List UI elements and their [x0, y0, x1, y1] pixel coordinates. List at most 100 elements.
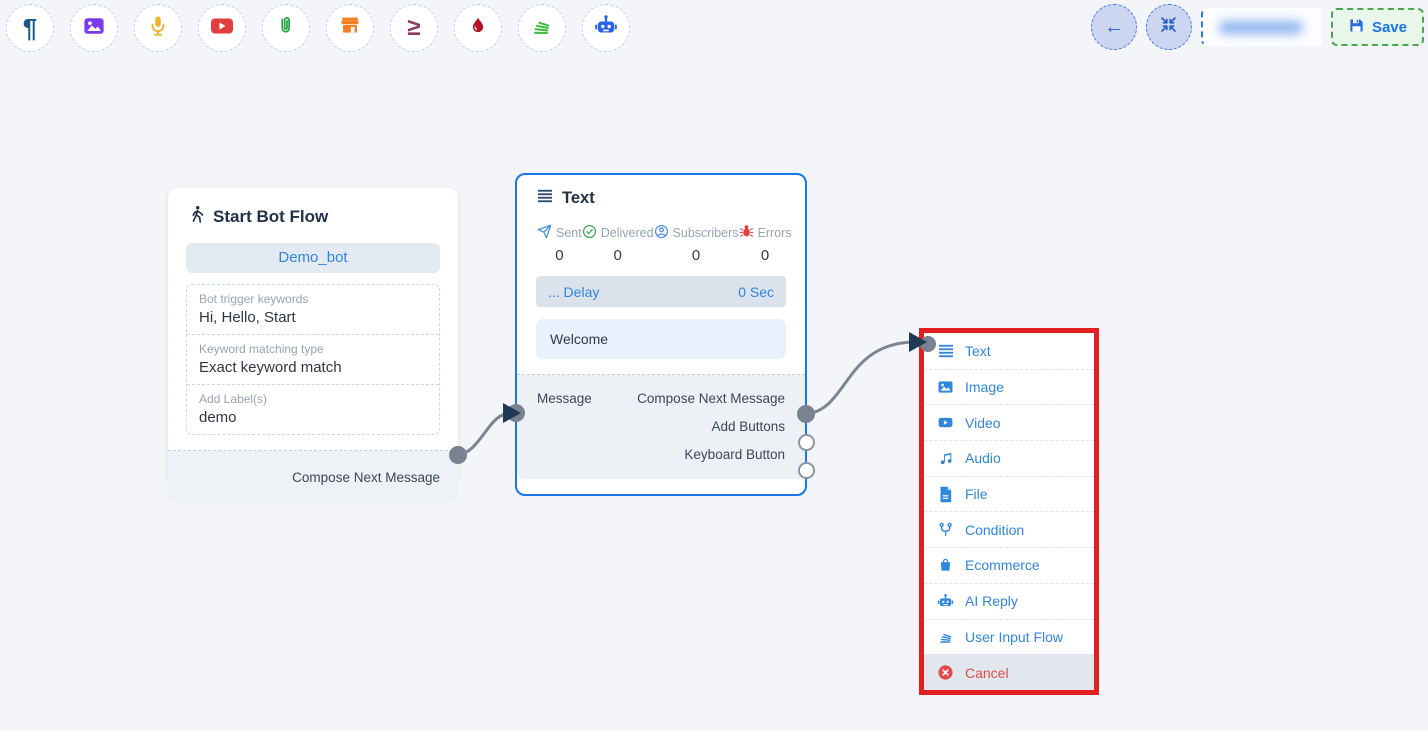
- subscriber-icon: [654, 224, 669, 242]
- text-lines-icon: [937, 344, 954, 358]
- field-keyword-matching-type[interactable]: Keyword matching type Exact keyword matc…: [187, 334, 439, 384]
- toolbar-file-button[interactable]: [262, 4, 310, 52]
- compose-next-message-label: Compose Next Message: [292, 470, 440, 485]
- toolbar: ¶ ≥: [6, 4, 630, 52]
- toolbar-image-button[interactable]: [70, 4, 118, 52]
- stats-row: Sent 0 Delivered 0 Subscribers 0: [517, 214, 805, 264]
- text-node-footer: Message Compose Next Message Add Buttons…: [517, 375, 805, 479]
- arrow-left-icon: ←: [1104, 16, 1124, 39]
- menu-item-audio[interactable]: Audio: [924, 440, 1094, 476]
- video-icon: [937, 415, 954, 430]
- message-input-label: Message: [537, 391, 592, 406]
- keyboard-button-label: Keyboard Button: [684, 447, 785, 462]
- message-content[interactable]: Welcome: [536, 319, 786, 359]
- save-icon: [1348, 17, 1365, 38]
- image-icon: [83, 15, 105, 42]
- text-node-title: Text: [562, 189, 595, 208]
- menu-connection-port: [920, 336, 936, 352]
- send-icon: [537, 224, 552, 242]
- audio-icon: [937, 450, 954, 466]
- stat-subscribers: Subscribers 0: [654, 224, 739, 264]
- message-text: Welcome: [550, 331, 608, 347]
- keyboard-button-port[interactable]: [798, 462, 815, 479]
- delay-value: 0 Sec: [738, 284, 774, 300]
- toolbar-video-button[interactable]: [198, 4, 246, 52]
- ai-reply-icon: [937, 593, 954, 610]
- start-node-fields: Bot trigger keywords Hi, Hello, Start Ke…: [186, 284, 440, 435]
- compress-icon: [1159, 15, 1178, 40]
- video-icon: [210, 14, 234, 43]
- redacted-text: [1219, 21, 1303, 34]
- start-node-header: Start Bot Flow: [168, 188, 458, 238]
- header-actions: ← Save: [1091, 4, 1424, 50]
- field-value: demo: [199, 409, 427, 426]
- text-node-header: Text: [517, 175, 805, 214]
- bug-icon: [739, 224, 754, 242]
- stat-value: 0: [582, 247, 654, 264]
- start-bot-flow-node[interactable]: Start Bot Flow Demo_bot Bot trigger keyw…: [168, 188, 458, 483]
- toolbar-drip-button[interactable]: [454, 4, 502, 52]
- fit-view-button[interactable]: [1146, 4, 1192, 50]
- bot-name-button[interactable]: Demo_bot: [186, 243, 440, 273]
- compose-next-message-label: Compose Next Message: [637, 391, 785, 406]
- toolbar-ecommerce-button[interactable]: [326, 4, 374, 52]
- stat-delivered: Delivered 0: [582, 224, 654, 264]
- menu-item-file[interactable]: File: [924, 476, 1094, 512]
- file-icon: [937, 486, 954, 503]
- start-node-footer: Compose Next Message: [168, 451, 458, 503]
- stat-value: 0: [537, 247, 582, 264]
- field-label: Bot trigger keywords: [199, 292, 427, 306]
- add-buttons-port[interactable]: [798, 434, 815, 451]
- field-label: Add Label(s): [199, 392, 427, 406]
- stat-sent: Sent 0: [537, 224, 582, 264]
- field-value: Exact keyword match: [199, 359, 427, 376]
- add-node-context-menu: Text Image Video Audio File Condition: [919, 328, 1099, 695]
- ai-bot-icon: [594, 14, 618, 43]
- toolbar-ai-button[interactable]: [582, 4, 630, 52]
- message-input-port[interactable]: [507, 404, 525, 422]
- condition-icon: [937, 522, 954, 538]
- field-value: Hi, Hello, Start: [199, 309, 427, 326]
- toolbar-user-input-button[interactable]: [518, 4, 566, 52]
- menu-item-text[interactable]: Text: [924, 333, 1094, 369]
- attachment-icon: [275, 15, 297, 42]
- back-button[interactable]: ←: [1091, 4, 1137, 50]
- walking-person-icon: [188, 205, 205, 229]
- field-label: Keyword matching type: [199, 342, 427, 356]
- user-input-icon: [531, 15, 553, 42]
- compose-next-message-port[interactable]: [797, 405, 815, 423]
- toolbar-condition-button[interactable]: ≥: [390, 4, 438, 52]
- toolbar-audio-button[interactable]: [134, 4, 182, 52]
- menu-item-video[interactable]: Video: [924, 404, 1094, 440]
- menu-item-ecommerce[interactable]: Ecommerce: [924, 547, 1094, 583]
- user-input-flow-icon: [937, 629, 954, 645]
- stat-value: 0: [654, 247, 739, 264]
- start-output-port[interactable]: [449, 446, 467, 464]
- stat-errors: Errors 0: [739, 224, 792, 264]
- field-bot-trigger-keywords[interactable]: Bot trigger keywords Hi, Hello, Start: [187, 285, 439, 334]
- text-message-node[interactable]: Text Sent 0 Delivered 0: [515, 173, 807, 496]
- menu-item-user-input-flow[interactable]: User Input Flow: [924, 619, 1094, 655]
- menu-item-cancel[interactable]: Cancel: [924, 654, 1094, 690]
- add-buttons-label: Add Buttons: [711, 419, 785, 434]
- stat-value: 0: [739, 247, 792, 264]
- toolbar-text-button[interactable]: ¶: [6, 4, 54, 52]
- start-node-title: Start Bot Flow: [213, 207, 328, 227]
- cancel-icon: [937, 664, 954, 681]
- drip-icon: [468, 16, 488, 41]
- flow-name-button[interactable]: [1201, 8, 1322, 46]
- save-button[interactable]: Save: [1331, 8, 1424, 46]
- menu-item-ai-reply[interactable]: AI Reply: [924, 583, 1094, 619]
- save-label: Save: [1372, 19, 1407, 36]
- microphone-icon: [147, 15, 169, 42]
- image-icon: [937, 379, 954, 395]
- drag-handle-icon[interactable]: [537, 189, 553, 208]
- delay-setting[interactable]: ... Delay 0 Sec: [536, 276, 786, 307]
- wire-text-to-menu: [806, 342, 912, 414]
- menu-item-condition[interactable]: Condition: [924, 511, 1094, 547]
- store-icon: [339, 15, 361, 42]
- delay-label: ... Delay: [548, 284, 599, 300]
- menu-item-image[interactable]: Image: [924, 369, 1094, 405]
- check-circle-icon: [582, 224, 597, 242]
- field-add-labels[interactable]: Add Label(s) demo: [187, 384, 439, 434]
